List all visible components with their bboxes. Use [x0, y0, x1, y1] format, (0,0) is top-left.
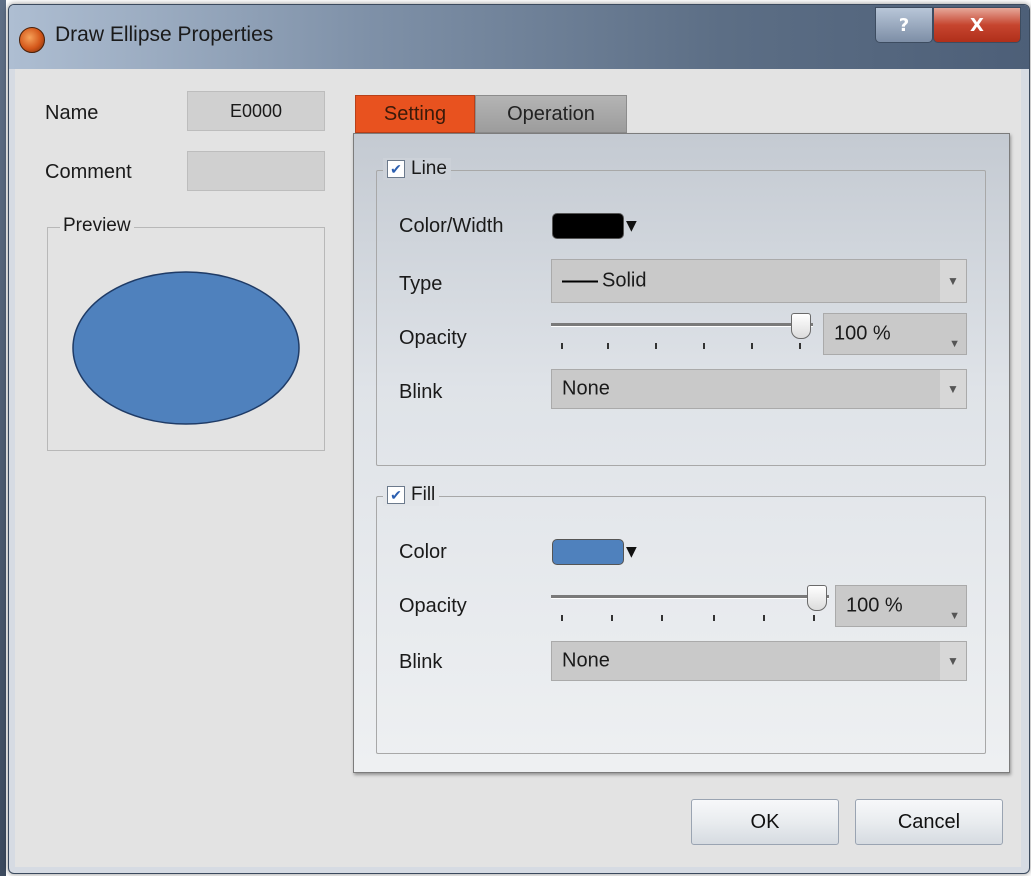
line-color-picker[interactable]: ▼ — [552, 213, 637, 239]
preview-ellipse — [72, 271, 300, 425]
fill-opacity-slider[interactable] — [551, 585, 829, 629]
fill-color-picker[interactable]: ▼ — [552, 539, 637, 565]
line-enable-checkbox[interactable]: ✔ — [387, 160, 405, 178]
fill-opacity-spinbox[interactable]: 100 % ▼ — [835, 585, 967, 627]
ok-button[interactable]: OK — [691, 799, 839, 845]
name-label: Name — [45, 102, 99, 124]
preview-group: Preview — [47, 215, 325, 451]
comment-field[interactable] — [187, 151, 325, 191]
name-field[interactable]: E0000 — [187, 91, 325, 131]
line-opacity-slider[interactable] — [551, 313, 813, 357]
fill-opacity-value: 100 % — [846, 594, 903, 617]
fill-color-label: Color — [399, 541, 447, 563]
chevron-down-icon: ▼ — [940, 642, 966, 680]
tab-operation[interactable]: Operation — [475, 95, 627, 133]
title-bar[interactable]: Draw Ellipse Properties ? X — [9, 5, 1029, 69]
cancel-button[interactable]: Cancel — [855, 799, 1003, 845]
background-window-edge — [0, 0, 6, 876]
line-blink-label: Blink — [399, 381, 443, 403]
fill-enable-checkbox[interactable]: ✔ — [387, 486, 405, 504]
line-opacity-slider-thumb[interactable] — [791, 313, 811, 339]
dialog-client-area: Name E0000 Comment Preview Setting Opera… — [15, 69, 1021, 867]
fill-section-title: Fill — [411, 484, 436, 505]
line-type-label: Type — [399, 273, 443, 295]
fill-opacity-slider-thumb[interactable] — [807, 585, 827, 611]
line-blink-combobox[interactable]: None ▼ — [551, 369, 967, 409]
fill-blink-value: None — [562, 649, 610, 672]
line-type-value: Solid — [562, 270, 646, 293]
line-color-width-label: Color/Width — [399, 215, 504, 237]
chevron-down-icon: ▼ — [626, 544, 637, 560]
setting-tab-panel: ✔ Line Color/Width ▼ Type Solid ▼ Opacit… — [353, 133, 1010, 773]
comment-label: Comment — [45, 161, 132, 183]
line-opacity-spinbox[interactable]: 100 % ▼ — [823, 313, 967, 355]
preview-canvas — [72, 271, 300, 425]
line-color-swatch — [552, 213, 624, 239]
chevron-down-icon: ▼ — [940, 260, 966, 302]
line-opacity-value: 100 % — [834, 322, 891, 345]
line-blink-value: None — [562, 377, 610, 400]
chevron-down-icon: ▼ — [940, 370, 966, 408]
app-icon — [19, 27, 45, 53]
tab-setting[interactable]: Setting — [355, 95, 475, 133]
line-type-combobox[interactable]: Solid ▼ — [551, 259, 967, 303]
fill-blink-label: Blink — [399, 651, 443, 673]
fill-color-swatch — [552, 539, 624, 565]
fill-section: ✔ Fill Color ▼ Opacity 100 % ▼ Blink Non… — [376, 484, 986, 754]
solid-line-icon — [562, 280, 598, 283]
fill-opacity-label: Opacity — [399, 595, 467, 617]
spin-down-icon[interactable]: ▼ — [949, 338, 960, 350]
chevron-down-icon: ▼ — [626, 218, 637, 234]
spin-down-icon[interactable]: ▼ — [949, 610, 960, 622]
line-section-title: Line — [411, 158, 447, 179]
fill-blink-combobox[interactable]: None ▼ — [551, 641, 967, 681]
draw-ellipse-properties-dialog: Draw Ellipse Properties ? X Name E0000 C… — [8, 4, 1030, 874]
close-button[interactable]: X — [933, 7, 1021, 43]
window-title: Draw Ellipse Properties — [55, 23, 274, 46]
line-section-header: ✔ Line — [383, 158, 451, 180]
fill-section-header: ✔ Fill — [383, 484, 440, 506]
line-opacity-label: Opacity — [399, 327, 467, 349]
help-button[interactable]: ? — [875, 7, 933, 43]
line-section: ✔ Line Color/Width ▼ Type Solid ▼ Opacit… — [376, 158, 986, 466]
